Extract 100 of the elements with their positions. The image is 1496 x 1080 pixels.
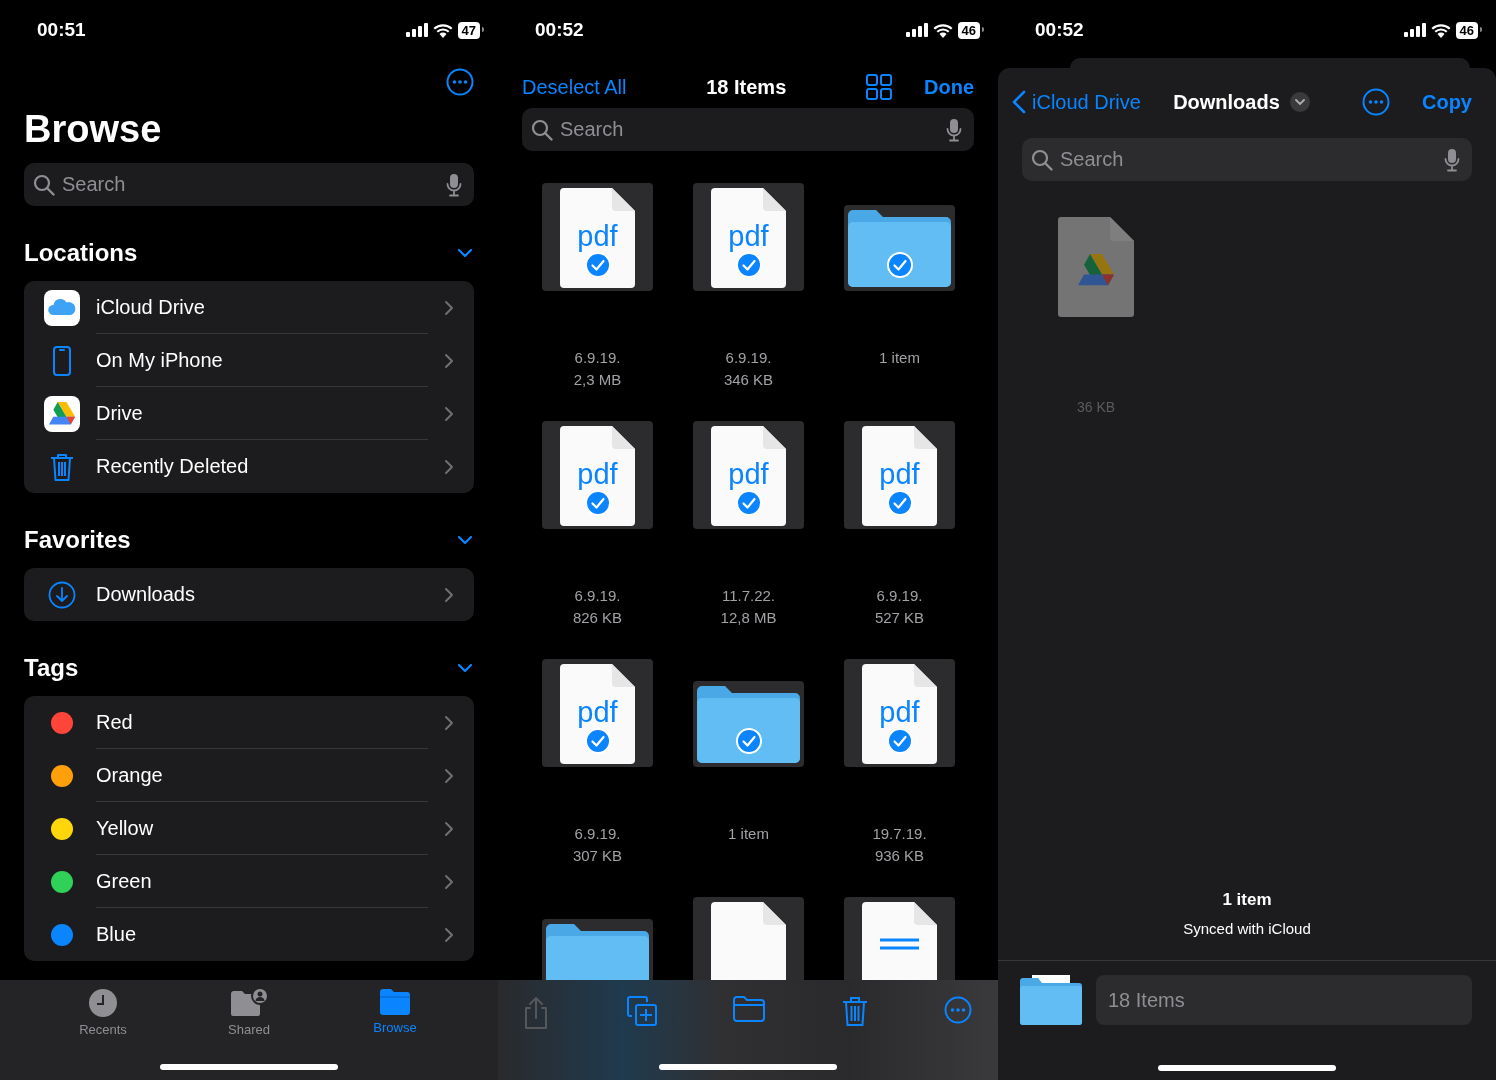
status-time: 00:52 <box>1035 19 1084 41</box>
folder-icon <box>848 209 951 287</box>
cloud-icon <box>44 289 80 326</box>
file-thumbnail[interactable]: pdf <box>542 421 653 529</box>
section-title: Locations <box>24 239 138 267</box>
file-info: 11.7.22. <box>720 586 777 606</box>
drive-icon <box>44 395 80 432</box>
list-item[interactable]: Red <box>24 696 474 749</box>
file-thumbnail[interactable] <box>844 205 955 291</box>
file-size: 36 KB <box>1075 399 1117 415</box>
more-options-icon[interactable] <box>446 68 474 96</box>
list-item[interactable]: On My iPhone <box>24 334 474 387</box>
wifi-icon <box>1430 22 1451 38</box>
file-thumbnail[interactable]: pdf <box>542 183 653 291</box>
file-thumbnail[interactable]: pdf <box>844 421 955 529</box>
list-item[interactable]: Orange <box>24 749 474 802</box>
microphone-icon <box>946 118 962 142</box>
list-item[interactable]: Blue <box>24 908 474 961</box>
search-icon <box>33 174 55 196</box>
deselect-all-button[interactable]: Deselect All <box>522 75 627 99</box>
chevron-right-icon <box>444 352 454 369</box>
chevron-right-icon <box>444 873 454 890</box>
file-type-label: pdf <box>727 457 770 491</box>
item-label: Red <box>96 710 133 734</box>
back-button[interactable]: iCloud Drive <box>1032 90 1141 114</box>
folder-title: Downloads <box>1173 90 1280 114</box>
status-time: 00:51 <box>37 19 86 41</box>
list-item[interactable]: Drive <box>24 387 474 440</box>
folder-icon <box>379 988 411 1016</box>
item-label: Downloads <box>96 583 195 606</box>
file-thumbnail[interactable]: pdf <box>693 421 804 529</box>
file-thumbnail[interactable] <box>844 897 955 980</box>
phone-icon <box>52 345 72 376</box>
item-label: Yellow <box>96 816 154 840</box>
file-type-label: pdf <box>878 457 921 491</box>
list-item[interactable]: Yellow <box>24 802 474 855</box>
shared-folder-icon <box>230 988 268 1018</box>
document-icon <box>560 426 635 526</box>
search-field[interactable]: Search <box>24 163 474 206</box>
file-thumbnail[interactable]: pdf <box>844 659 955 767</box>
duplicate-icon[interactable] <box>626 996 657 1026</box>
sync-status: Synced with iCloud <box>1182 920 1312 937</box>
file-info: 6.9.19. <box>875 586 924 606</box>
microphone-icon <box>446 173 462 197</box>
done-button[interactable]: Done <box>924 75 974 99</box>
search-field[interactable]: Search <box>1022 138 1472 181</box>
chevron-right-icon <box>444 820 454 837</box>
back-chevron-icon[interactable] <box>1012 90 1026 114</box>
selection-count: 18 Items <box>706 75 787 99</box>
folder-icon <box>1020 975 1082 1025</box>
folder-icon[interactable] <box>733 996 765 1022</box>
search-icon <box>1031 149 1053 171</box>
file-size: 346 KB <box>723 370 774 390</box>
file-info: 19.7.19. <box>872 824 927 844</box>
list-item[interactable]: Green <box>24 855 474 908</box>
wifi-icon <box>432 22 453 38</box>
chevron-right-icon <box>444 926 454 943</box>
tab-button[interactable]: Recents <box>58 988 148 1048</box>
item-label: Orange <box>96 763 163 787</box>
folder-name-field[interactable]: 18 Items <box>1096 975 1472 1025</box>
file-size: 936 KB <box>873 846 926 866</box>
copy-button[interactable]: Copy <box>1422 90 1472 114</box>
document-icon <box>862 664 937 764</box>
file-info: 6.9.19. <box>724 348 773 368</box>
file-info: 6.9.19. <box>573 586 622 606</box>
list-item[interactable]: Recently Deleted <box>24 440 474 493</box>
file-size: 12,8 MB <box>720 608 777 628</box>
item-label: Blue <box>96 923 137 946</box>
chevron-down-icon[interactable] <box>1289 92 1310 112</box>
file-type-label: pdf <box>576 219 619 253</box>
file-thumbnail[interactable] <box>693 897 804 980</box>
file-type-label: pdf <box>878 695 921 729</box>
file-thumbnail[interactable] <box>693 681 804 767</box>
chevron-right-icon <box>444 586 454 603</box>
search-field[interactable]: Search <box>522 108 974 151</box>
signal-icon <box>905 23 928 37</box>
signal-icon <box>1403 23 1426 37</box>
list-item[interactable]: Downloads <box>24 568 474 621</box>
page-title: Browse <box>24 108 163 151</box>
document-icon <box>711 902 786 980</box>
tab-button[interactable]: Browse <box>350 988 440 1048</box>
chevron-right-icon <box>444 405 454 422</box>
microphone-icon <box>1444 148 1460 172</box>
tab-button[interactable]: Shared <box>204 988 294 1048</box>
section-title: Favorites <box>24 526 131 554</box>
section-title: Tags <box>24 654 79 682</box>
more-icon[interactable] <box>944 996 972 1024</box>
trash-icon[interactable] <box>841 996 868 1026</box>
file-thumbnail[interactable]: pdf <box>542 659 653 767</box>
item-label: Recently Deleted <box>96 455 249 478</box>
file-type-label: pdf <box>576 695 619 729</box>
wifi-icon <box>932 22 953 38</box>
download-icon <box>48 580 76 609</box>
file-thumbnail[interactable] <box>542 919 653 980</box>
file-thumbnail[interactable]: pdf <box>693 183 804 291</box>
list-item[interactable]: iCloud Drive <box>24 281 474 334</box>
item-label: Drive <box>96 401 143 425</box>
file-type-label: pdf <box>727 219 770 253</box>
more-icon[interactable] <box>1362 88 1390 116</box>
grid-view-icon[interactable] <box>866 74 892 100</box>
